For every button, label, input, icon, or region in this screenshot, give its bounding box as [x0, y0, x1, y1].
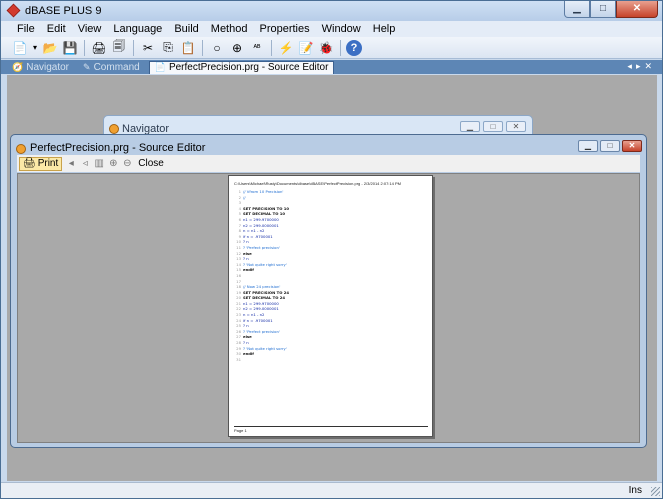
status-bar: Ins	[1, 482, 662, 498]
print-preview-icon[interactable]: 🗐	[110, 39, 128, 57]
build-icon[interactable]: 📝	[297, 39, 315, 57]
print-button[interactable]: 🖨 Print	[19, 156, 63, 171]
menu-method[interactable]: Method	[205, 21, 254, 37]
page-layout-icon[interactable]: ▥	[94, 158, 104, 169]
insert-mode-indicator: Ins	[628, 485, 642, 496]
source-editor-window: PerfectPrecision.prg - Source Editor ▁ □…	[10, 134, 647, 448]
toolbar-separator	[133, 39, 134, 56]
title-bar: dBASE PLUS 9 ▁ □ ✕	[1, 1, 662, 21]
run-icon[interactable]: ⚡	[277, 39, 295, 57]
print-preview-toolbar: 🖨 Print ◂ ◃ ▥ ⊕ ⊖ Close	[17, 155, 640, 172]
replace-icon[interactable]: ⊕	[228, 39, 246, 57]
zoom-out-icon[interactable]: ⊖	[122, 158, 132, 169]
tab-command[interactable]: ✎ Command	[78, 61, 145, 74]
new-file-icon[interactable]: 📄	[11, 39, 29, 57]
previous-page-icon[interactable]: ◂	[66, 158, 76, 169]
close-button[interactable]: ✕	[506, 121, 526, 132]
dbase-logo-icon	[6, 3, 21, 18]
page-footer-rule	[234, 426, 428, 427]
print-label: Print	[37, 158, 59, 169]
code-listing: 1// Vfrom 10 Precision' 2//3 4 SET PRECISIO…	[234, 189, 424, 362]
close-button[interactable]: ✕	[622, 140, 642, 152]
line-number: 31	[236, 356, 241, 362]
debug-icon[interactable]: 🐞	[317, 39, 335, 57]
menu-file[interactable]: File	[11, 21, 41, 37]
source-editor-icon: 📄	[154, 62, 166, 72]
menu-view[interactable]: View	[72, 21, 108, 37]
app-window: dBASE PLUS 9 ▁ □ ✕ File Edit View Langua…	[0, 0, 663, 499]
help-icon[interactable]: ?	[346, 39, 362, 56]
printer-icon: 🖨	[23, 158, 36, 169]
menu-language[interactable]: Language	[107, 21, 168, 37]
page-header: C:\Users\Michael\Rusty\Documents\dbase\d…	[234, 181, 401, 186]
resize-grip-icon[interactable]	[651, 487, 660, 496]
minimize-button[interactable]: ▁	[578, 140, 598, 152]
cut-icon[interactable]: ✂	[139, 39, 157, 57]
code-line: 31	[234, 357, 424, 363]
tab-label: Navigator	[26, 61, 70, 73]
tab-label: PerfectPrecision.prg - Source Editor	[168, 62, 329, 73]
minimize-button[interactable]: ▁	[564, 1, 590, 18]
paste-icon[interactable]: 📋	[179, 39, 197, 57]
menu-help[interactable]: Help	[367, 21, 402, 37]
app-title: dBASE PLUS 9	[25, 5, 102, 17]
dropdown-arrow-icon[interactable]: ▾	[31, 39, 39, 57]
page-footer: Page 1	[234, 428, 247, 433]
maximize-button[interactable]: □	[483, 121, 503, 132]
mdi-client-area: Navigator ▁ □ ✕ PerfectPrecision.prg - S…	[7, 75, 657, 481]
toolbar-separator	[202, 39, 203, 56]
line-text: endif	[243, 267, 254, 273]
line-text: endif	[243, 351, 254, 357]
previous-icon[interactable]: ◃	[80, 158, 90, 169]
menu-properties[interactable]: Properties	[253, 21, 315, 37]
preview-close-button[interactable]: Close	[136, 158, 166, 169]
copy-icon[interactable]: ⎘	[159, 39, 177, 57]
find-icon[interactable]: ○	[208, 39, 226, 57]
toolbar: 📄 ▾ 📂 💾 🖨 🗐 ✂ ⎘ 📋 ○ ⊕ ᴬᴮ ⚡ 📝 🐞 ?	[1, 37, 662, 59]
navigator-window-controls: ▁ □ ✕	[460, 121, 526, 132]
window-controls: ▁ □ ✕	[564, 1, 658, 19]
tab-strip: 🧭 Navigator ✎ Command 📄 PerfectPrecision…	[1, 60, 662, 74]
minimize-button[interactable]: ▁	[460, 121, 480, 132]
source-editor-window-icon	[16, 144, 26, 154]
command-icon: ✎	[83, 61, 91, 72]
zoom-in-icon[interactable]: ⊕	[108, 158, 118, 169]
source-editor-window-title: PerfectPrecision.prg - Source Editor	[30, 142, 206, 154]
navigator-icon: 🧭	[12, 61, 24, 72]
line-text: //	[243, 194, 246, 200]
line-text: // Vfrom 10 Precision'	[243, 189, 284, 194]
maximize-button[interactable]: □	[600, 140, 620, 152]
menu-window[interactable]: Window	[316, 21, 367, 37]
navigator-window-icon	[109, 124, 119, 134]
menu-edit[interactable]: Edit	[41, 21, 72, 37]
tab-navigator[interactable]: 🧭 Navigator	[7, 61, 74, 74]
source-editor-window-controls: ▁ □ ✕	[578, 140, 642, 152]
close-button[interactable]: ✕	[616, 1, 658, 18]
tab-label: Command	[93, 61, 140, 73]
menu-build[interactable]: Build	[168, 21, 204, 37]
preview-page: C:\Users\Michael\Rusty\Documents\dbase\d…	[228, 175, 433, 437]
tab-scroll-icon[interactable]: ◂▸✕	[627, 61, 656, 72]
toolbar-separator	[84, 39, 85, 56]
open-folder-icon[interactable]: 📂	[41, 39, 59, 57]
spell-check-icon[interactable]: ᴬᴮ	[248, 39, 266, 57]
menu-bar: File Edit View Language Build Method Pro…	[1, 21, 662, 37]
tab-source-editor[interactable]: 📄 PerfectPrecision.prg - Source Editor	[148, 60, 335, 74]
print-icon[interactable]: 🖨	[90, 39, 108, 57]
print-preview-area: C:\Users\Michael\Rusty\Documents\dbase\d…	[17, 173, 640, 443]
maximize-button[interactable]: □	[590, 1, 616, 18]
toolbar-separator	[340, 39, 341, 56]
save-icon[interactable]: 💾	[61, 39, 79, 57]
toolbar-separator	[271, 39, 272, 56]
